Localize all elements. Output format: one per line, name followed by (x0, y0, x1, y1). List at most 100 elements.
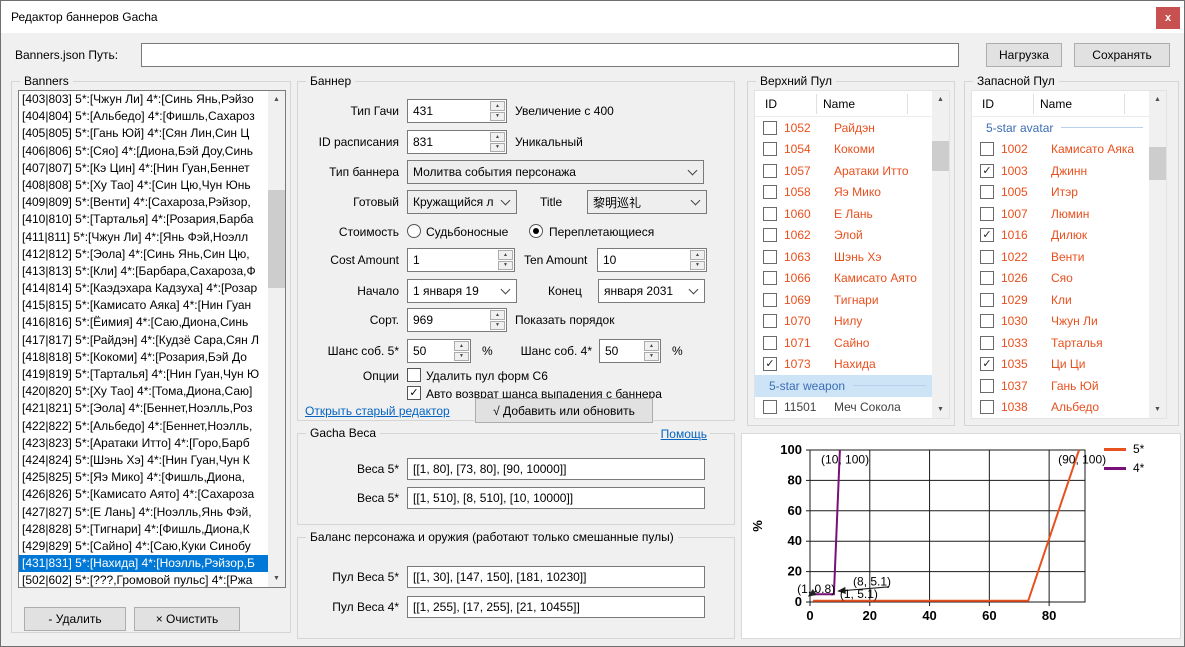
checkbox[interactable] (763, 142, 777, 156)
pool-row[interactable]: ✓1035Ци Ци (972, 354, 1149, 376)
pool-row[interactable]: ✓1016Дилюк (972, 225, 1149, 247)
save-button[interactable]: Сохранять (1074, 43, 1170, 67)
banner-list-item[interactable]: [413|813] 5*:[Кли] 4*:[Барбара,Сахароза,… (19, 263, 268, 280)
spin-up-icon[interactable]: ▲ (690, 250, 705, 260)
spin-up-icon[interactable]: ▲ (644, 341, 659, 351)
checkbox[interactable]: ✓ (763, 357, 777, 371)
help-link[interactable]: Помощь (658, 427, 710, 441)
banner-list-item[interactable]: [424|824] 5*:[Шэнь Хэ] 4*:[Нин Гуан,Чун … (19, 452, 268, 469)
banner-list-item[interactable]: [409|809] 5*:[Венти] 4*:[Сахароза,Рэйзор… (19, 194, 268, 211)
banner-list-item[interactable]: [428|828] 5*:[Тигнари] 4*:[Фишль,Диона,К (19, 521, 268, 538)
upper-pool-list[interactable]: ID Name 1052Райдэн1054Кокоми1057Аратаки … (754, 90, 950, 419)
banner-list-item[interactable]: [427|827] 5*:[Е Лань] 4*:[Ноэлль,Янь Фэй… (19, 504, 268, 521)
spin-up-icon[interactable]: ▲ (454, 341, 469, 351)
checkbox[interactable] (763, 314, 777, 328)
spin-down-icon[interactable]: ▼ (490, 112, 505, 122)
chance4-spinner[interactable]: 50 ▲▼ (599, 339, 661, 363)
ten-amount-spinner[interactable]: 10 ▲▼ (597, 248, 707, 272)
checkbox[interactable] (980, 207, 994, 221)
banner-list-item[interactable]: [406|806] 5*:[Сяо] 4*:[Диона,Бэй Доу,Син… (19, 143, 268, 160)
scroll-down-icon[interactable]: ▼ (932, 401, 949, 418)
banner-list-item[interactable]: [419|819] 5*:[Тарталья] 4*:[Нин Гуан,Чун… (19, 366, 268, 383)
reserve-pool-scrollbar[interactable]: ▲ ▼ (1149, 91, 1166, 418)
title-select[interactable]: 黎明巡礼 (587, 190, 707, 214)
delete-button[interactable]: - Удалить (24, 607, 126, 631)
banner-list-item[interactable]: [417|817] 5*:[Райдэн] 4*:[Кудзё Сара,Сян… (19, 332, 268, 349)
checkbox[interactable] (763, 164, 777, 178)
banner-list-item[interactable]: [502|602] 5*:[???,Громовой пульс] 4*:[Рж… (19, 572, 268, 587)
pool-row[interactable]: 1029Кли (972, 289, 1149, 311)
pool-row[interactable]: 1063Шэнь Хэ (755, 246, 932, 268)
banner-list-item[interactable]: [425|825] 5*:[Яэ Мико] 4*:[Фишль,Диона, (19, 469, 268, 486)
checkbox[interactable] (763, 400, 777, 414)
checkbox[interactable] (980, 336, 994, 350)
checkbox[interactable] (980, 400, 994, 414)
scroll-up-icon[interactable]: ▲ (268, 91, 285, 108)
banners-list[interactable]: [403|803] 5*:[Чжун Ли] 4*:[Синь Янь,Рэйз… (18, 90, 286, 588)
checkbox[interactable] (763, 336, 777, 350)
spin-up-icon[interactable]: ▲ (490, 310, 505, 320)
checkbox[interactable] (980, 271, 994, 285)
checkbox[interactable] (763, 271, 777, 285)
checkbox[interactable] (980, 250, 994, 264)
pool-row[interactable]: 1058Яэ Мико (755, 182, 932, 204)
banner-list-item[interactable]: [403|803] 5*:[Чжун Ли] 4*:[Синь Янь,Рэйз… (19, 91, 268, 108)
spin-down-icon[interactable]: ▼ (490, 321, 505, 331)
chance5-spinner[interactable]: 50 ▲▼ (407, 339, 471, 363)
spin-down-icon[interactable]: ▼ (690, 261, 705, 271)
banner-list-item[interactable]: [414|814] 5*:[Каэдэхара Кадзуха] 4*:[Роз… (19, 280, 268, 297)
pool-row[interactable]: ✓1073Нахида (755, 354, 932, 376)
pool-row[interactable]: 1071Сайно (755, 332, 932, 354)
upper-pool-scrollbar[interactable]: ▲ ▼ (932, 91, 949, 418)
pool-row[interactable]: 1069Тигнари (755, 289, 932, 311)
scroll-down-icon[interactable]: ▼ (1149, 401, 1166, 418)
banner-list-item[interactable]: [407|807] 5*:[Кэ Цин] 4*:[Нин Гуан,Бенне… (19, 160, 268, 177)
cost-radio-intertwined[interactable] (529, 224, 543, 238)
pool-group-row[interactable]: 5-star weapon (755, 375, 932, 397)
checkbox[interactable] (980, 142, 994, 156)
checkbox[interactable] (763, 228, 777, 242)
banner-list-item[interactable]: [422|822] 5*:[Альбедо] 4*:[Беннет,Ноэлль… (19, 418, 268, 435)
banner-list-item[interactable]: [418|818] 5*:[Кокоми] 4*:[Розария,Бэй До (19, 349, 268, 366)
pool-weight4-input[interactable] (407, 596, 705, 618)
spin-down-icon[interactable]: ▼ (498, 261, 513, 271)
option-auto-return-checkbox[interactable]: ✓ (407, 386, 421, 400)
prefab-select[interactable]: Кружащийся л (407, 190, 517, 214)
pool-row[interactable]: ✓1003Джинн (972, 160, 1149, 182)
checkbox[interactable] (763, 121, 777, 135)
pool-row[interactable]: 1037Гань Юй (972, 375, 1149, 397)
banner-list-item[interactable]: [408|808] 5*:[Ху Тао] 4*:[Син Цю,Чун Юнь (19, 177, 268, 194)
pool-row[interactable]: 1002Камисато Аяка (972, 139, 1149, 161)
checkbox[interactable] (980, 379, 994, 393)
pool-row[interactable]: 1022Венти (972, 246, 1149, 268)
end-date-select[interactable]: января 2031 (598, 279, 705, 303)
start-date-select[interactable]: 1 января 19 (407, 279, 517, 303)
load-button[interactable]: Нагрузка (986, 43, 1062, 67)
pool-row[interactable]: 1054Кокоми (755, 139, 932, 161)
banner-list-item[interactable]: [421|821] 5*:[Эола] 4*:[Беннет,Ноэлль,Ро… (19, 400, 268, 417)
checkbox[interactable] (763, 293, 777, 307)
add-update-button[interactable]: √ Добавить или обновить (475, 398, 653, 423)
close-button[interactable]: x (1156, 7, 1180, 29)
checkbox[interactable] (763, 250, 777, 264)
pool-row[interactable]: 1066Камисато Аято (755, 268, 932, 290)
pool-weight5-input[interactable] (407, 566, 705, 588)
pool-group-row[interactable]: 5-star avatar (972, 117, 1149, 139)
banner-list-item[interactable]: [429|829] 5*:[Сайно] 4*:[Саю,Куки Синобу (19, 538, 268, 555)
banner-type-select[interactable]: Молитва события персонажа (407, 160, 704, 184)
pool-row[interactable]: 11501Меч Сокола (755, 397, 932, 419)
scroll-down-icon[interactable]: ▼ (268, 570, 285, 587)
checkbox[interactable] (763, 185, 777, 199)
banner-list-item[interactable]: [423|823] 5*:[Аратаки Итто] 4*:[Горо,Бар… (19, 435, 268, 452)
cost-radio-fate[interactable] (407, 224, 421, 238)
banner-list-item[interactable]: [405|805] 5*:[Гань Юй] 4*:[Сян Лин,Син Ц (19, 125, 268, 142)
banner-list-item[interactable]: [410|810] 5*:[Тарталья] 4*:[Розария,Барб… (19, 211, 268, 228)
scroll-thumb[interactable] (1149, 147, 1166, 180)
pool-row[interactable]: 1005Итэр (972, 182, 1149, 204)
checkbox[interactable] (980, 293, 994, 307)
spin-down-icon[interactable]: ▼ (454, 352, 469, 362)
pool-row[interactable]: 1038Альбедо (972, 397, 1149, 419)
spin-up-icon[interactable]: ▲ (490, 101, 505, 111)
banner-list-item[interactable]: [416|816] 5*:[Ёимия] 4*:[Саю,Диона,Синь (19, 314, 268, 331)
schedule-id-spinner[interactable]: 831 ▲▼ (407, 130, 507, 154)
